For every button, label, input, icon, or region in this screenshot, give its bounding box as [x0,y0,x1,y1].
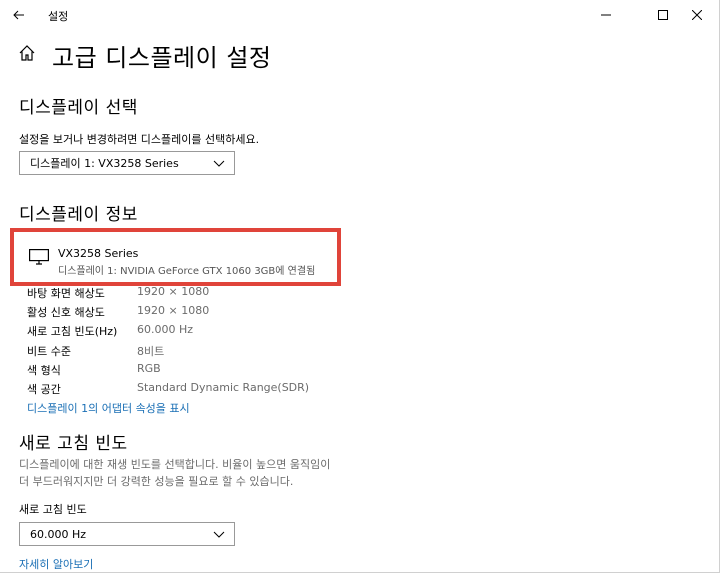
display-select-value: 디스플레이 1: VX3258 Series [30,157,179,170]
home-icon[interactable] [18,44,38,66]
select-display-instruction: 설정을 보거나 변경하려면 디스플레이를 선택하세요. [19,133,260,146]
monitor-name: VX3258 Series [58,247,139,260]
info-label: 색 공간 [27,383,61,396]
info-row-color-format: 색 형식 RGB [27,362,327,380]
refresh-rate-description-line1: 디스플레이에 대한 재생 빈도를 선택합니다. 비율이 높으면 움직임이 [19,458,331,471]
info-value: 8비트 [137,345,165,358]
refresh-rate-field-label: 새로 고침 빈도 [19,503,87,516]
close-icon [692,10,702,20]
info-value: RGB [137,362,161,375]
info-value: 1920 × 1080 [137,304,210,317]
learn-more-link[interactable]: 자세히 알아보기 [19,556,93,572]
chevron-down-icon [204,523,234,545]
info-label: 바탕 화면 해상도 [27,287,105,300]
refresh-rate-value: 60.000 Hz [30,527,87,541]
display-info-heading: 디스플레이 정보 [19,205,138,225]
maximize-icon [658,10,668,20]
monitor-icon [29,249,51,267]
info-label: 새로 고침 빈도(Hz) [27,325,118,338]
info-label: 활성 신호 해상도 [27,306,105,319]
title-bar: 설정 [0,0,720,30]
info-label: 비트 수준 [27,345,71,358]
info-row-active-signal-resolution: 활성 신호 해상도 1920 × 1080 [27,304,327,322]
info-row-desktop-resolution: 바탕 화면 해상도 1920 × 1080 [27,285,327,303]
adapter-properties-link[interactable]: 디스플레이 1의 어댑터 속성을 표시 [27,400,190,416]
refresh-rate-description-line2: 더 부드러워지지만 더 강력한 성능을 필요로 할 수 있습니다. [19,475,294,488]
info-label: 색 형식 [27,364,61,377]
select-display-heading: 디스플레이 선택 [19,98,138,118]
minimize-icon [601,14,611,16]
refresh-rate-description: 디스플레이에 대한 재생 빈도를 선택합니다. 비율이 높으면 움직임이 더 부… [19,456,379,490]
info-value: 1920 × 1080 [137,285,210,298]
minimize-button[interactable] [583,0,629,30]
refresh-rate-heading: 새로 고침 빈도 [19,434,128,454]
page-title: 고급 디스플레이 설정 [52,44,272,72]
info-value: Standard Dynamic Range(SDR) [137,381,310,394]
info-row-color-space: 색 공간 Standard Dynamic Range(SDR) [27,381,327,399]
app-title: 설정 [48,10,69,23]
close-button[interactable] [674,0,720,30]
info-row-bit-depth: 비트 수준 8비트 [27,343,327,361]
refresh-rate-dropdown[interactable]: 60.000 Hz [19,522,235,546]
display-select-dropdown[interactable]: 디스플레이 1: VX3258 Series [19,151,235,175]
scrollbar[interactable] [714,30,718,570]
settings-window: 설정 고급 디스플레이 설정 디스플레이 선택 설정을 보거나 변경하려면 디스… [0,0,720,573]
back-arrow-icon [13,10,24,20]
back-button[interactable] [6,2,32,28]
info-value: 60.000 Hz [137,323,194,336]
info-row-refresh-rate: 새로 고침 빈도(Hz) 60.000 Hz [27,323,327,341]
display-info-card: VX3258 Series 디스플레이 1: NVIDIA GeForce GT… [10,228,341,286]
chevron-down-icon [204,152,234,174]
monitor-connection: 디스플레이 1: NVIDIA GeForce GTX 1060 3GB에 연결… [58,266,316,277]
